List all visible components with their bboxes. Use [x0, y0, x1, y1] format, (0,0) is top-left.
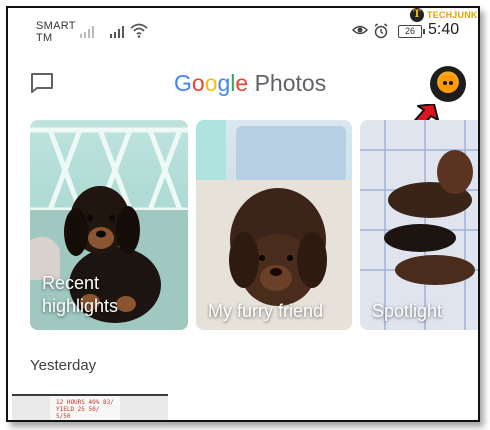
whiteboard-line: 12 HOURS 40% 83/ [56, 399, 114, 406]
whiteboard-line: 5/50 [56, 413, 71, 420]
section-title-yesterday: Yesterday [30, 357, 97, 374]
carrier-line1: SMART [36, 20, 76, 32]
status-bar: SMART TM 26 5:40 [8, 8, 478, 46]
techjunkie-watermark: T TECHJUNKIE [410, 8, 478, 24]
account-avatar[interactable] [430, 66, 466, 102]
logo-letter: o [191, 70, 205, 96]
card-label-line1: Recent [42, 273, 100, 293]
card-recent-highlights[interactable]: Recent highlights [30, 120, 188, 330]
eye-icon [352, 25, 368, 35]
card-label: Spotlight [372, 301, 443, 321]
logo-letter: e [235, 70, 249, 96]
wifi-icon [130, 23, 148, 38]
card-spotlight[interactable]: Spotlight [360, 120, 478, 330]
message-icon[interactable] [30, 72, 54, 94]
dog-photo [196, 120, 352, 330]
garfield-avatar-icon [439, 75, 457, 93]
whiteboard-text: 12 HOURS 40% 83/ YIELD 25 50/ 5/50 [56, 399, 114, 420]
card-label-line2: highlights [42, 296, 119, 316]
card-my-furry-friend[interactable]: My furry friend [196, 120, 352, 330]
logo-suffix: Photos [254, 70, 327, 96]
puppies-photo [360, 120, 478, 330]
signal-icon-2 [110, 26, 124, 38]
watermark-text: TECHJUNKIE [427, 10, 478, 20]
card-label: My furry friend [208, 301, 324, 321]
carrier-label: SMART TM [36, 20, 76, 44]
card-label: Recent highlights [42, 272, 118, 318]
battery-indicator: 26 [398, 25, 425, 38]
logo-letter: g [217, 70, 231, 96]
watermark-logo: T [410, 8, 424, 22]
google-photos-logo: Google Photos [174, 70, 326, 97]
logo-letter: o [204, 70, 218, 96]
logo-letter: G [174, 70, 192, 96]
phone-screen: SMART TM 26 5:40 T TECHJUNKIE [6, 6, 480, 422]
carrier-line2: TM [36, 32, 53, 44]
alarm-icon [374, 23, 388, 39]
whiteboard-line: YIELD 25 50/ [56, 406, 100, 413]
photo-thumbnail[interactable]: 12 HOURS 40% 83/ YIELD 25 50/ 5/50 [12, 394, 168, 420]
signal-icon [80, 26, 94, 38]
